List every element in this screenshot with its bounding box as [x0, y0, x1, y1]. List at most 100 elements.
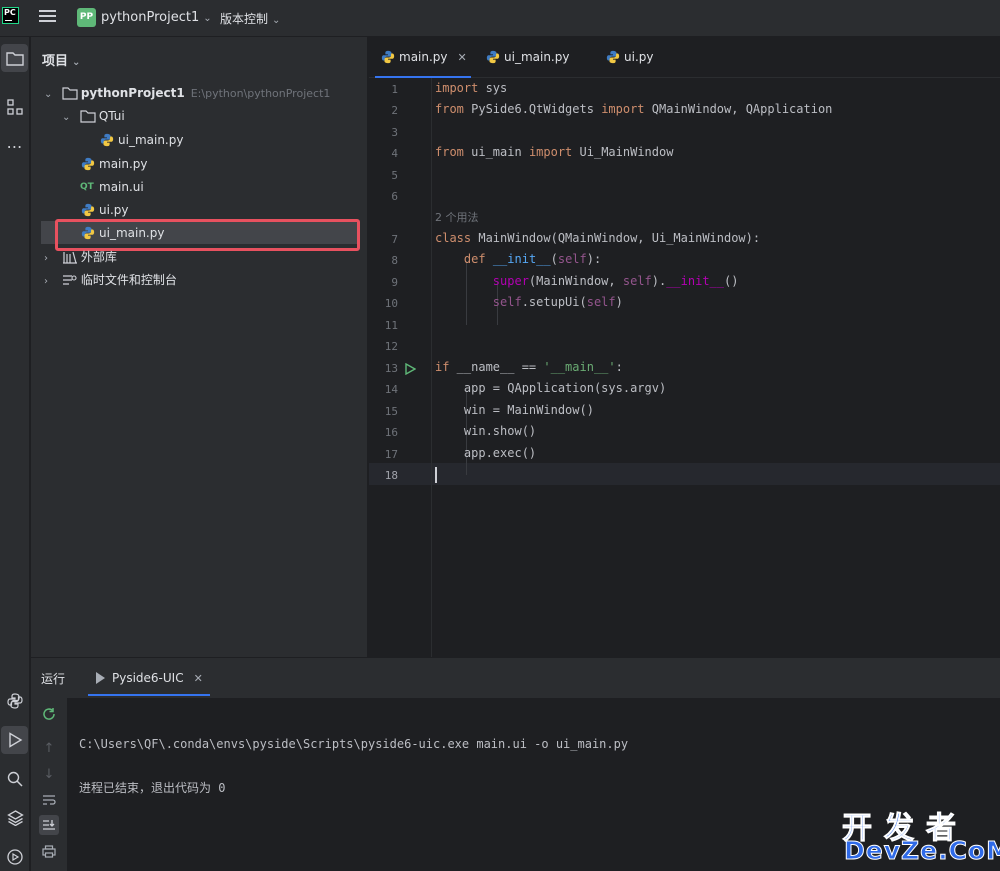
- close-icon[interactable]: ✕: [458, 51, 467, 64]
- layers-tool-button[interactable]: [0, 804, 30, 832]
- vcs-label: 版本控制: [220, 12, 269, 26]
- tree-item-main-py[interactable]: main.py: [80, 153, 148, 176]
- tab-ui-py[interactable]: ui.py: [594, 37, 653, 77]
- console-command-line: C:\Users\QF\.conda\envs\pyside\Scripts\p…: [79, 737, 629, 751]
- code-editor: main.py ✕ ui_main.py ui.py 1 2 3 4 5 6 7 …: [369, 37, 1000, 657]
- services-tool-button[interactable]: [0, 843, 30, 871]
- run-toolbar: ↑ ↓: [31, 698, 81, 871]
- print-button[interactable]: [39, 841, 59, 861]
- rerun-button[interactable]: [39, 704, 59, 724]
- project-panel-title[interactable]: 项目 ⌄: [42, 50, 80, 69]
- structure-icon: [7, 99, 23, 115]
- play-icon: [96, 671, 105, 684]
- usage-hint[interactable]: 2 个用法: [435, 207, 479, 228]
- line-number: 8: [391, 254, 398, 267]
- line-number: 3: [391, 126, 398, 139]
- line-number: 12: [384, 340, 398, 353]
- structure-tool-button[interactable]: [0, 93, 30, 121]
- project-selector[interactable]: pythonProject1 ⌄: [101, 10, 212, 25]
- tree-item-path: E:\python\pythonProject1: [190, 87, 331, 100]
- python-file-icon: [100, 133, 114, 146]
- tab-main-py[interactable]: main.py ✕: [369, 37, 471, 78]
- line-number: 9: [391, 276, 398, 289]
- tree-item-label: ui.py: [99, 203, 129, 217]
- search-tool-button[interactable]: [0, 765, 30, 793]
- run-tab-pyside6-uic[interactable]: Pyside6-UIC ✕: [88, 658, 210, 696]
- line-number: 16: [384, 426, 398, 439]
- scroll-to-end-button[interactable]: [39, 815, 59, 835]
- line-number-gutter: 1 2 3 4 5 6 7 8 9 10 11 12 13 14 15 16 1…: [369, 78, 432, 657]
- tree-item-label: 临时文件和控制台: [80, 273, 177, 287]
- rerun-icon: [43, 708, 55, 720]
- panel-title-text: 项目: [42, 54, 69, 69]
- run-gutter-icon[interactable]: [404, 363, 416, 375]
- main-menu-icon[interactable]: [39, 10, 56, 24]
- tab-label: ui_main.py: [504, 50, 570, 64]
- line-number: 17: [384, 448, 398, 461]
- chevron-down-icon: ⌄: [72, 57, 81, 68]
- project-name: pythonProject1: [101, 10, 200, 25]
- soft-wrap-icon: [43, 795, 56, 805]
- run-panel-title: 运行: [41, 672, 66, 686]
- chevron-down-icon: ⌄: [272, 15, 281, 26]
- tab-label: ui.py: [624, 50, 654, 64]
- current-line-highlight: [369, 463, 1000, 485]
- arrow-up-icon: ↑: [43, 740, 55, 756]
- tree-item-main-ui[interactable]: QT main.ui: [80, 176, 144, 199]
- console-exit-message: 进程已结束，退出代码为 0: [79, 781, 226, 795]
- chevron-right-icon: ›: [44, 253, 48, 264]
- chevron-down-icon: ⌄: [44, 89, 53, 100]
- tree-item-scratches[interactable]: › 临时文件和控制台: [44, 269, 177, 292]
- tree-item-label: main.py: [99, 157, 148, 171]
- line-number: 2: [391, 104, 398, 117]
- scroll-to-end-icon: [43, 820, 55, 830]
- python-file-icon: [81, 157, 95, 170]
- tree-item-qtui-ui-main-py[interactable]: ui_main.py: [99, 129, 183, 152]
- line-number: 6: [391, 190, 398, 203]
- services-icon: [7, 849, 23, 865]
- project-panel: 项目 ⌄ ⌄ pythonProject1 E:\python\pythonProj…: [31, 37, 368, 657]
- vcs-menu[interactable]: 版本控制 ⌄: [220, 10, 280, 27]
- tree-item-qtui[interactable]: ⌄ QTui: [62, 105, 125, 128]
- project-tool-button[interactable]: [1, 44, 28, 72]
- tree-item-label: main.ui: [99, 180, 144, 194]
- close-icon[interactable]: ✕: [194, 672, 203, 685]
- soft-wrap-button[interactable]: [39, 790, 59, 810]
- left-tool-strip: ⋯: [0, 37, 30, 871]
- editor-tabs: main.py ✕ ui_main.py ui.py: [369, 37, 1000, 78]
- more-icon: ⋯: [6, 136, 24, 156]
- line-number: 7: [391, 233, 398, 246]
- project-badge[interactable]: PP: [77, 8, 96, 27]
- tree-item-label: pythonProject1: [80, 86, 185, 100]
- python-icon: [7, 693, 23, 709]
- chevron-right-icon: ›: [44, 276, 48, 287]
- line-number: 14: [384, 383, 398, 396]
- qt-file-icon: QT: [80, 181, 94, 192]
- line-number: 15: [384, 405, 398, 418]
- tree-item-project-root[interactable]: ⌄ pythonProject1 E:\python\pythonProject1: [44, 82, 330, 105]
- run-tool-button[interactable]: [1, 726, 28, 754]
- more-tools-button[interactable]: ⋯: [0, 132, 30, 160]
- pycharm-logo-icon: PC: [2, 7, 19, 24]
- chevron-down-icon: ⌄: [62, 112, 71, 123]
- python-file-icon: [486, 50, 500, 64]
- scratches-icon: [62, 274, 77, 285]
- watermark-en: DevZe.CoM: [844, 836, 1000, 866]
- tree-item-label: 外部库: [80, 250, 117, 264]
- line-number: 10: [384, 297, 398, 310]
- tab-ui-main-py[interactable]: ui_main.py: [474, 37, 569, 77]
- search-icon: [7, 771, 23, 787]
- python-console-button[interactable]: [0, 687, 30, 715]
- scroll-up-button[interactable]: ↑: [39, 738, 59, 758]
- folder-icon: [62, 86, 78, 100]
- line-number: 1: [391, 83, 398, 96]
- line-number: 11: [384, 319, 398, 332]
- line-number: 18: [384, 469, 398, 482]
- tree-item-external-libraries[interactable]: › 外部库: [44, 246, 117, 269]
- chevron-down-icon: ⌄: [203, 13, 212, 24]
- scroll-down-button[interactable]: ↓: [39, 764, 59, 784]
- layers-icon: [6, 810, 24, 826]
- folder-icon: [5, 51, 24, 66]
- text-caret: [435, 467, 437, 483]
- folder-icon: [80, 109, 96, 123]
